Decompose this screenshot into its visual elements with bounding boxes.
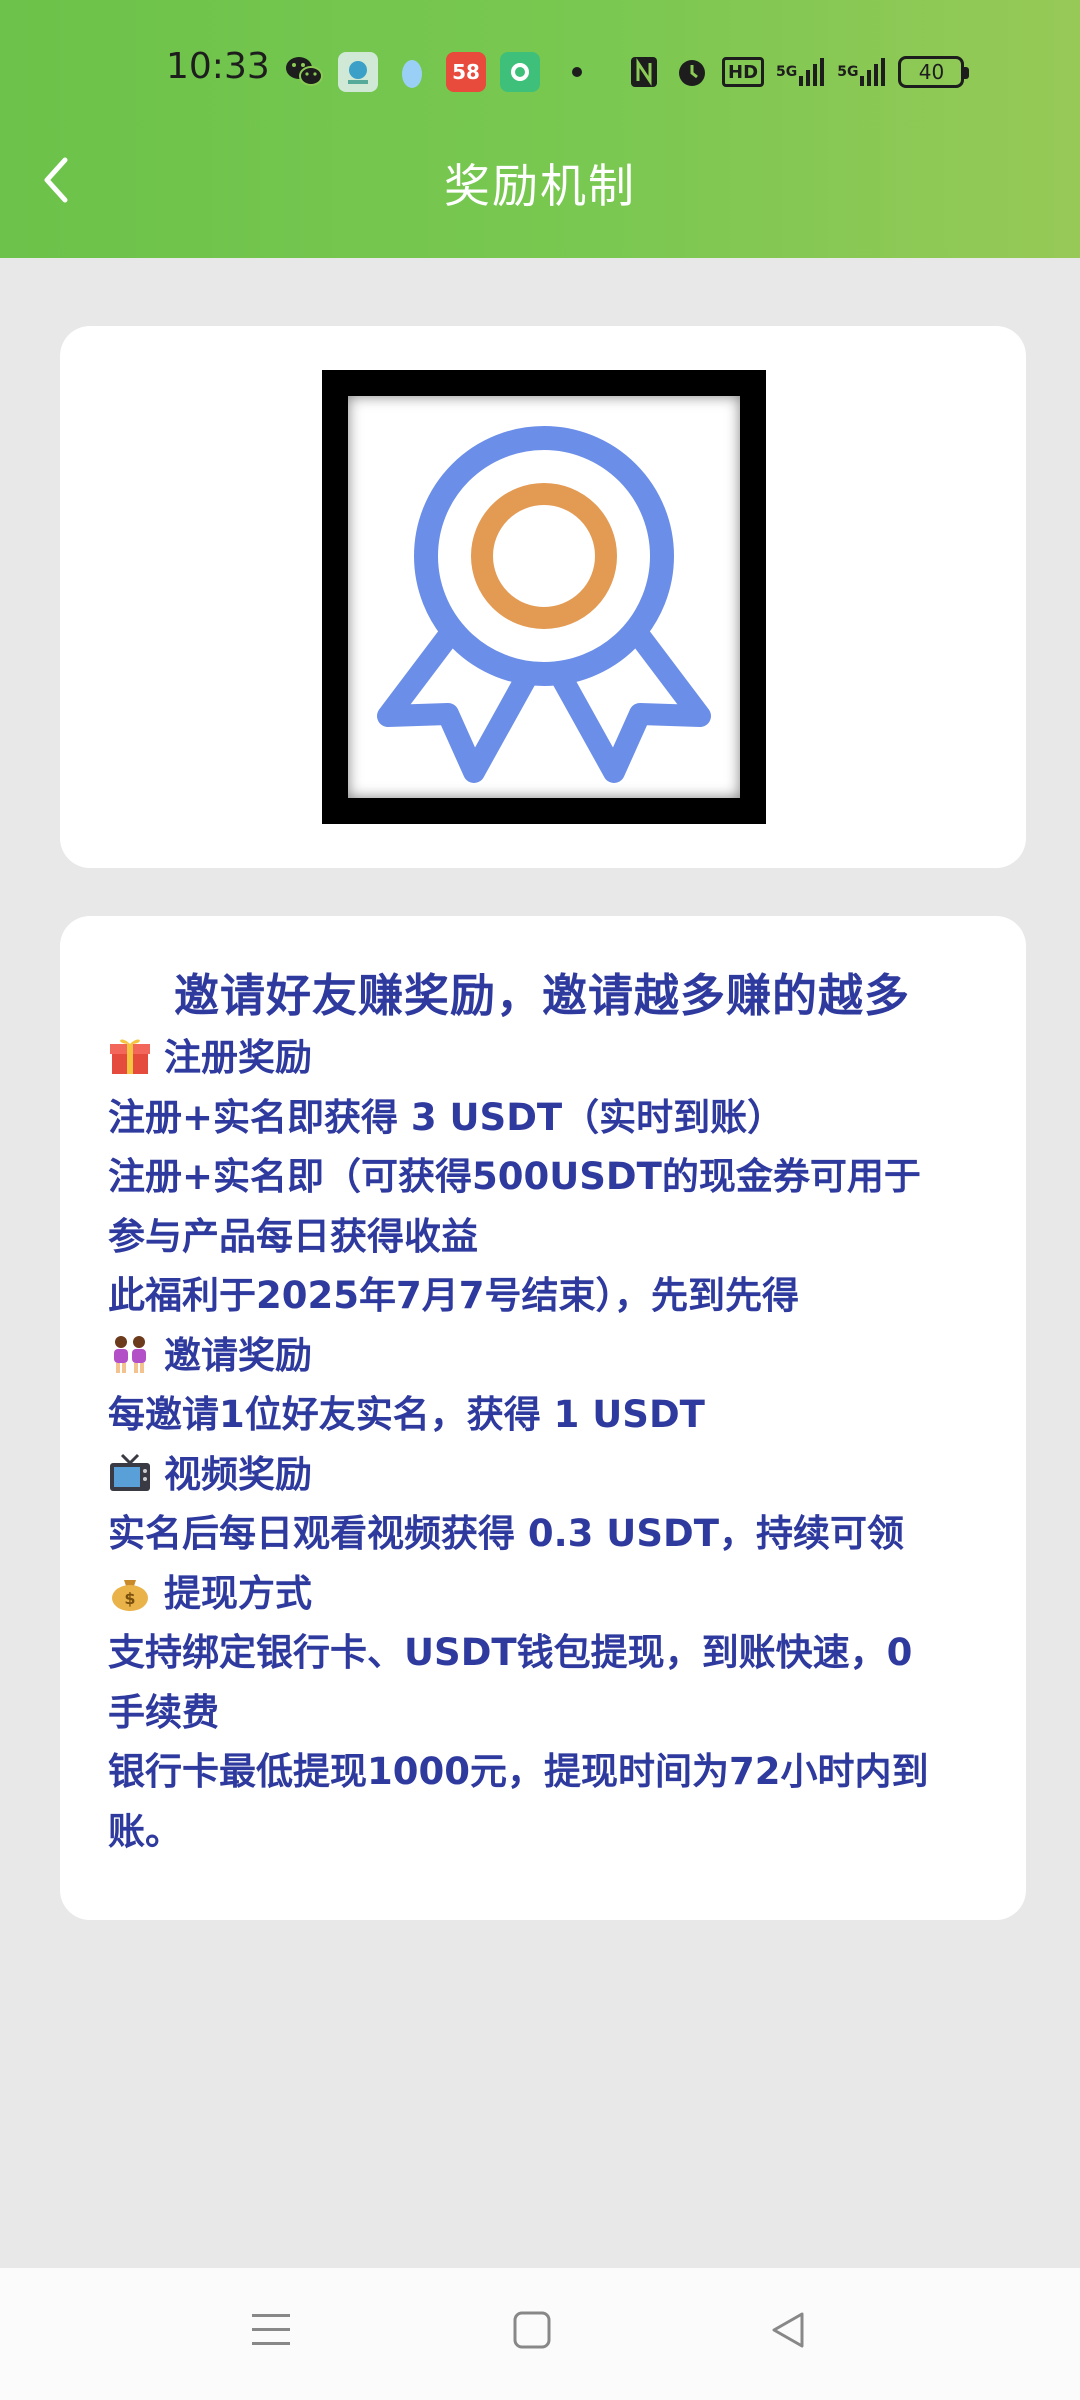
hd-icon: HD (722, 57, 765, 87)
app-58-icon: 58 (446, 52, 486, 92)
line-text: 注册奖励 (164, 1036, 312, 1079)
square-icon (513, 2311, 551, 2349)
section-video-title: 视频奖励 (108, 1445, 976, 1505)
triangle-back-icon (772, 2312, 804, 2348)
system-icons: HD 5G 5G 40 (626, 54, 970, 90)
battery-icon: 40 (898, 56, 970, 88)
reward-info-text: 邀请好友赚奖励，邀请越多赚的越多 注册奖励 注册+实名即获得 3 USDT（实时… (108, 966, 976, 1861)
award-ribbon-icon (377, 426, 711, 783)
page-title: 奖励机制 (444, 159, 636, 213)
people-icon (108, 1332, 152, 1373)
line-text: 邀请奖励 (164, 1333, 312, 1377)
line-withdraw-1: 支持绑定银行卡、USDT钱包提现，到账快速，0 (108, 1631, 913, 1674)
reward-info-card: 邀请好友赚奖励，邀请越多赚的越多 注册奖励 注册+实名即获得 3 USDT（实时… (60, 916, 1026, 1920)
line-invite-1: 每邀请1位好友实名，获得 1 USDT (108, 1393, 705, 1436)
drop-icon (392, 52, 432, 92)
status-bar: 10:33 58 HD 5G 5G 40 (0, 40, 1080, 104)
app-notification-icon (338, 52, 378, 92)
back-nav-button[interactable] (768, 2308, 808, 2356)
line-text: 视频奖励 (164, 1452, 312, 1496)
reward-headline: 邀请好友赚奖励，邀请越多赚的越多 (173, 969, 910, 1022)
app-header: 10:33 58 HD 5G 5G 40 奖励机制 (0, 0, 1080, 258)
menu-icon (252, 2314, 290, 2345)
section-withdraw-title: $ 提现方式 (108, 1564, 976, 1624)
home-button[interactable] (512, 2308, 552, 2356)
line-video-1: 实名后每日观看视频获得 0.3 USDT，持续可领 (108, 1512, 904, 1555)
line-withdraw-2: 手续费 (108, 1690, 219, 1734)
app-green-icon (500, 52, 540, 92)
badge-card (60, 326, 1026, 868)
money-bag-icon: $ (108, 1570, 152, 1611)
line-register-1: 注册+实名即获得 3 USDT（实时到账） (108, 1095, 785, 1139)
line-register-4: 此福利于2025年7月7号结束），先到先得 (108, 1274, 799, 1317)
line-withdraw-3: 银行卡最低提现1000元，提现时间为72小时内到 (108, 1750, 929, 1793)
notification-icons: 58 (284, 52, 582, 92)
signal-label-1: 5G (776, 64, 798, 80)
badge-image-frame (322, 370, 766, 824)
tv-icon (108, 1451, 152, 1491)
gift-icon (108, 1034, 152, 1074)
status-time: 10:33 (166, 46, 270, 87)
alarm-icon (674, 54, 710, 90)
signal-5g-icon-2: 5G (837, 54, 886, 90)
signal-label-2: 5G (837, 64, 859, 80)
badge-image (342, 390, 746, 804)
line-text: 提现方式 (164, 1571, 312, 1615)
line-register-2: 注册+实名即（可获得500USDT的现金券可用于 (108, 1155, 921, 1198)
system-navigation-bar (0, 2268, 1080, 2400)
svg-text:$: $ (124, 1589, 135, 1608)
recent-apps-button[interactable] (250, 2308, 292, 2356)
wechat-icon (284, 52, 324, 92)
signal-5g-icon-1: 5G (776, 54, 825, 90)
line-register-3: 参与产品每日获得收益 (108, 1214, 478, 1258)
section-invite-title: 邀请奖励 (108, 1326, 976, 1386)
line-withdraw-4: 账。 (108, 1809, 182, 1853)
section-register-title: 注册奖励 (108, 1028, 976, 1088)
more-notifications-dot (572, 67, 582, 77)
nfc-icon (626, 54, 662, 90)
